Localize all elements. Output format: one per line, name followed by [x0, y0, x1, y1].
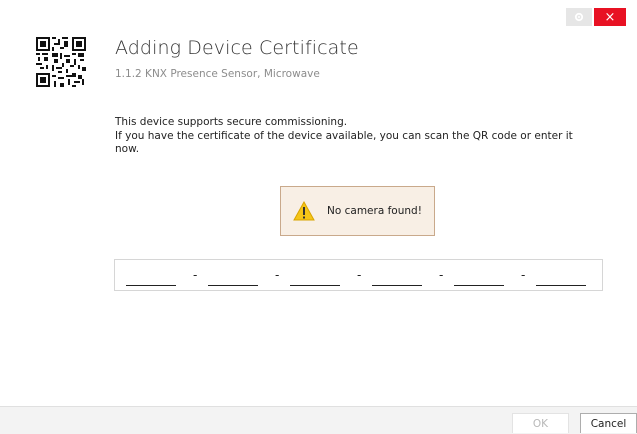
segment-separator: - [193, 268, 198, 282]
segment-separator: - [275, 268, 280, 282]
settings-button[interactable] [566, 8, 592, 26]
warning-icon [293, 201, 315, 221]
certificate-segment-5[interactable] [454, 285, 504, 286]
close-icon: × [604, 9, 616, 25]
certificate-input[interactable]: - - - - - [114, 259, 603, 291]
certificate-segment-2[interactable] [208, 285, 258, 286]
description-line-1: This device supports secure commissionin… [115, 116, 348, 128]
description-text: This device supports secure commissionin… [115, 116, 595, 157]
segment-separator: - [357, 268, 362, 282]
camera-warning-text: No camera found! [327, 205, 422, 217]
certificate-segment-1[interactable] [126, 285, 176, 286]
close-button[interactable]: × [594, 8, 626, 26]
segment-separator: - [521, 268, 526, 282]
cancel-button[interactable]: Cancel [580, 413, 637, 433]
camera-warning: No camera found! [280, 186, 435, 236]
description-line-2: If you have the certificate of the devic… [115, 129, 573, 156]
certificate-segment-4[interactable] [372, 285, 422, 286]
ok-button[interactable]: OK [512, 413, 569, 433]
certificate-segment-3[interactable] [290, 285, 340, 286]
device-subtitle: 1.1.2 KNX Presence Sensor, Microwave [115, 68, 320, 80]
segment-separator: - [439, 268, 444, 282]
qr-code-icon [36, 37, 86, 87]
dialog-title: Adding Device Certificate [115, 37, 359, 59]
certificate-segment-6[interactable] [536, 285, 586, 286]
gear-icon [574, 12, 584, 22]
